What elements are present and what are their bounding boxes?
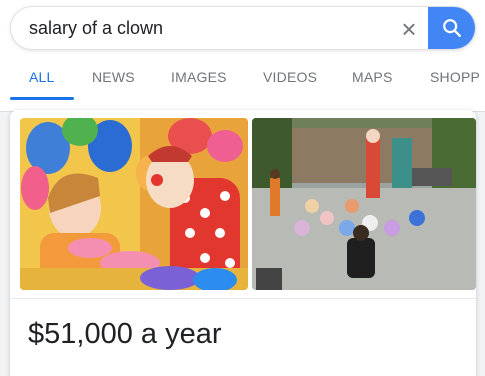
- search-tabs: ALL NEWS IMAGES VIDEOS MAPS SHOPP: [0, 64, 485, 100]
- clown-park-image: [252, 118, 476, 290]
- tab-news[interactable]: NEWS: [92, 69, 135, 85]
- tab-shopping[interactable]: SHOPP: [430, 69, 480, 85]
- clown-balloons-image: [20, 118, 248, 290]
- search-box[interactable]: salary of a clown ×: [10, 6, 476, 50]
- clown-image-thumbnail[interactable]: [20, 118, 248, 290]
- tab-all[interactable]: ALL: [29, 69, 55, 85]
- search-header: salary of a clown × ALL NEWS IMAGES VIDE…: [0, 0, 485, 112]
- answer-text: $51,000 a year: [28, 318, 222, 350]
- search-icon: [443, 19, 461, 37]
- active-tab-indicator: [10, 97, 74, 100]
- tab-videos[interactable]: VIDEOS: [263, 69, 317, 85]
- card-divider: [10, 298, 476, 299]
- search-input[interactable]: salary of a clown: [29, 18, 163, 39]
- clown-park-image-thumbnail[interactable]: [252, 118, 476, 290]
- tab-maps[interactable]: MAPS: [352, 69, 392, 85]
- answer-card: $51,000 a year: [10, 110, 476, 376]
- tab-images[interactable]: IMAGES: [171, 69, 227, 85]
- search-button[interactable]: [428, 7, 475, 49]
- close-icon[interactable]: ×: [391, 11, 427, 47]
